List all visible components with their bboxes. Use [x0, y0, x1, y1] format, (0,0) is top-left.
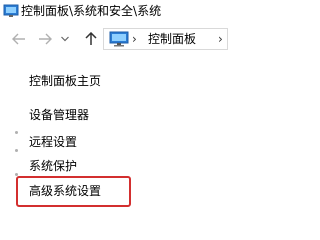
breadcrumb-separator[interactable]: › — [132, 30, 137, 48]
sidebar-item-system-protection[interactable]: 系统保护 — [29, 158, 77, 174]
shield-icon — [15, 131, 18, 134]
sidebar-item-remote-settings[interactable]: 远程设置 — [29, 134, 77, 150]
up-button[interactable] — [82, 30, 100, 48]
recent-locations-button[interactable] — [59, 30, 71, 48]
breadcrumb-control-panel[interactable]: 控制面板 — [148, 30, 196, 48]
arrow-up-icon — [85, 32, 97, 45]
breadcrumb-separator-trailing[interactable]: › — [218, 30, 223, 48]
window-title: 控制面板\系统和安全\系统 — [21, 4, 162, 18]
shield-icon — [15, 149, 18, 152]
forward-button[interactable] — [36, 30, 54, 48]
title-bar: 控制面板\系统和安全\系统 — [0, 0, 223, 24]
sidebar: 控制面板主页 设备管理器 远程设置 系统保护 高级系统设置 — [0, 60, 223, 239]
chevron-down-icon — [61, 36, 69, 42]
arrow-left-icon — [12, 33, 25, 45]
arrow-right-icon — [39, 33, 52, 45]
monitor-icon — [109, 31, 129, 47]
sidebar-item-device-manager[interactable]: 设备管理器 — [29, 107, 89, 123]
highlight-annotation — [16, 176, 131, 207]
back-button[interactable] — [10, 30, 28, 48]
address-bar[interactable]: › 控制面板 › — [103, 28, 228, 50]
control-panel-window-icon — [3, 3, 19, 17]
sidebar-control-panel-home[interactable]: 控制面板主页 — [29, 73, 101, 89]
